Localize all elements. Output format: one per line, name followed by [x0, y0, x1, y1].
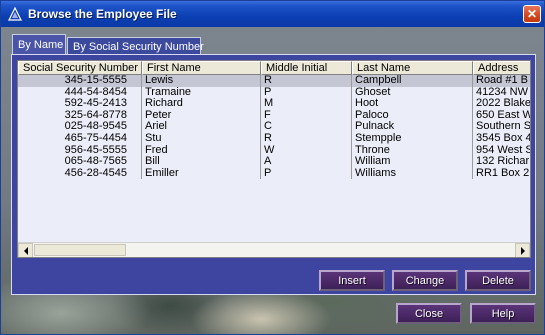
cell-address: RR1 Box 2	[473, 168, 530, 180]
cell-first-name: Lewis	[142, 75, 261, 87]
column-header-address[interactable]: Address	[473, 61, 530, 75]
tab-panel: Social Security Number First Name Middle…	[11, 54, 536, 295]
column-header-last-name[interactable]: Last Name	[352, 61, 473, 75]
column-header-ssn[interactable]: Social Security Number	[18, 61, 142, 75]
cell-address: 132 Richar	[473, 156, 530, 168]
change-button[interactable]: Change	[392, 270, 458, 291]
cell-middle-initial: W	[261, 144, 352, 157]
close-button[interactable]: Close	[396, 303, 462, 324]
cell-ssn: 025-48-9545	[18, 121, 142, 133]
horizontal-scrollbar[interactable]	[18, 242, 530, 257]
table-row[interactable]: 956-45-5555 Fred W Throne 954 West S	[18, 144, 530, 157]
cell-first-name: Fred	[142, 144, 261, 157]
cell-address: Southern S	[473, 121, 530, 133]
column-header-first-name[interactable]: First Name	[142, 61, 261, 75]
cell-middle-initial: A	[261, 156, 352, 168]
cell-ssn: 465-75-4454	[18, 132, 142, 145]
table-row[interactable]: 065-48-7565 Bill A William 132 Richar	[18, 156, 530, 168]
tab-by-name[interactable]: By Name	[12, 34, 66, 55]
cell-first-name: Emiller	[142, 167, 261, 180]
help-button[interactable]: Help	[470, 303, 536, 324]
table-row[interactable]: 465-75-4454 Stu R Stempple 3545 Box 4	[18, 132, 530, 145]
cell-last-name: William	[352, 156, 473, 168]
cell-ssn: 444-54-8454	[18, 86, 142, 99]
cell-address: 650 East W	[473, 110, 530, 122]
delete-button[interactable]: Delete	[465, 270, 531, 291]
cell-last-name: Hoot	[352, 98, 473, 110]
cell-last-name: Ghoset	[352, 86, 473, 99]
cell-first-name: Bill	[142, 156, 261, 168]
cell-ssn: 065-48-7565	[18, 156, 142, 168]
grid-header: Social Security Number First Name Middle…	[18, 61, 530, 75]
cell-address: Road #1 B	[473, 75, 530, 87]
cell-ssn: 956-45-5555	[18, 144, 142, 157]
cell-first-name: Tramaine	[142, 86, 261, 99]
table-row[interactable]: 025-48-9545 Ariel C Pulnack Southern S	[18, 121, 530, 133]
cell-middle-initial: M	[261, 98, 352, 110]
title-bar[interactable]: Browse the Employee File ✕	[1, 1, 544, 27]
close-icon[interactable]: ✕	[523, 5, 541, 23]
insert-button[interactable]: Insert	[319, 270, 385, 291]
cell-middle-initial: F	[261, 109, 352, 122]
table-row[interactable]: 444-54-8454 Tramaine P Ghoset 41234 NW	[18, 86, 530, 99]
cell-middle-initial: R	[261, 132, 352, 145]
column-header-middle-initial[interactable]: Middle Initial	[261, 61, 352, 75]
table-row[interactable]: 456-28-4545 Emiller P Williams RR1 Box 2	[18, 167, 530, 180]
cell-last-name: Throne	[352, 144, 473, 157]
cell-ssn: 325-64-8778	[18, 109, 142, 122]
table-row[interactable]: 592-45-2413 Richard M Hoot 2022 Blake	[18, 98, 530, 110]
scroll-thumb[interactable]	[34, 244, 126, 256]
window-title: Browse the Employee File	[28, 7, 177, 21]
employee-browse-window: Browse the Employee File ✕ By Name By So…	[0, 0, 545, 335]
cell-ssn: 345-15-5555	[18, 75, 142, 87]
scroll-right-icon[interactable]	[515, 243, 530, 257]
app-triangle-icon	[7, 6, 23, 22]
cell-first-name: Richard	[142, 98, 261, 110]
cell-middle-initial: P	[261, 86, 352, 99]
cell-middle-initial: P	[261, 167, 352, 180]
cell-last-name: Williams	[352, 167, 473, 180]
cell-last-name: Paloco	[352, 109, 473, 122]
grid-rows: 345-15-5555 Lewis R Campbell Road #1 B 444-54…	[18, 75, 530, 180]
cell-address: 954 West S	[473, 145, 530, 157]
cell-middle-initial: R	[261, 75, 352, 87]
cell-address: 41234 NW	[473, 87, 530, 99]
cell-last-name: Stempple	[352, 132, 473, 145]
cell-address: 2022 Blake	[473, 98, 530, 110]
cell-first-name: Stu	[142, 132, 261, 145]
scroll-left-icon[interactable]	[18, 243, 33, 257]
cell-ssn: 592-45-2413	[18, 98, 142, 110]
cell-first-name: Ariel	[142, 121, 261, 133]
cell-first-name: Peter	[142, 109, 261, 122]
cell-address: 3545 Box 4	[473, 133, 530, 145]
cell-last-name: Pulnack	[352, 121, 473, 133]
cell-ssn: 456-28-4545	[18, 167, 142, 180]
cell-last-name: Campbell	[352, 75, 473, 87]
table-row[interactable]: 325-64-8778 Peter F Paloco 650 East W	[18, 109, 530, 122]
cell-middle-initial: C	[261, 121, 352, 133]
tab-by-ssn[interactable]: By Social Security Number	[67, 37, 204, 55]
employee-grid[interactable]: Social Security Number First Name Middle…	[17, 60, 531, 258]
table-row[interactable]: 345-15-5555 Lewis R Campbell Road #1 B	[18, 75, 530, 87]
